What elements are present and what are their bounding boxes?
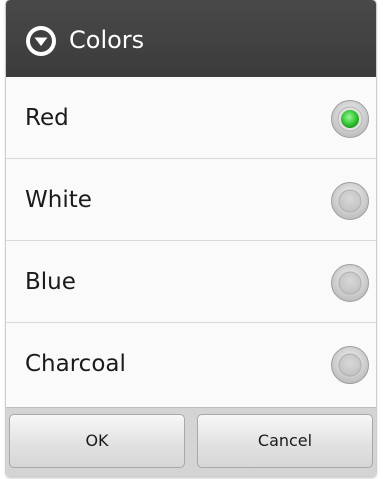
dialog-button-bar: OK Cancel bbox=[6, 407, 376, 476]
list-item-label: Red bbox=[25, 105, 69, 131]
list-item-charcoal[interactable]: Charcoal bbox=[6, 323, 376, 405]
cancel-button[interactable]: Cancel bbox=[197, 414, 373, 468]
colors-dialog: Colors Red White Blue Charcoal OK Cancel bbox=[6, 0, 376, 476]
ok-button[interactable]: OK bbox=[9, 414, 185, 468]
chevron-circle-icon bbox=[26, 26, 56, 56]
list-item-red[interactable]: Red bbox=[6, 77, 376, 159]
dialog-title-bar: Colors bbox=[6, 0, 376, 77]
radio-button[interactable] bbox=[330, 181, 370, 221]
list-item-label: White bbox=[25, 187, 92, 213]
radio-button[interactable] bbox=[330, 263, 370, 303]
list-item-blue[interactable]: Blue bbox=[6, 241, 376, 323]
radio-button-selected[interactable] bbox=[330, 99, 370, 139]
dialog-title: Colors bbox=[69, 26, 145, 54]
radio-button[interactable] bbox=[330, 345, 370, 385]
list-item-label: Charcoal bbox=[25, 351, 126, 377]
color-options-list: Red White Blue Charcoal bbox=[6, 77, 376, 405]
list-item-label: Blue bbox=[25, 269, 76, 295]
list-item-white[interactable]: White bbox=[6, 159, 376, 241]
